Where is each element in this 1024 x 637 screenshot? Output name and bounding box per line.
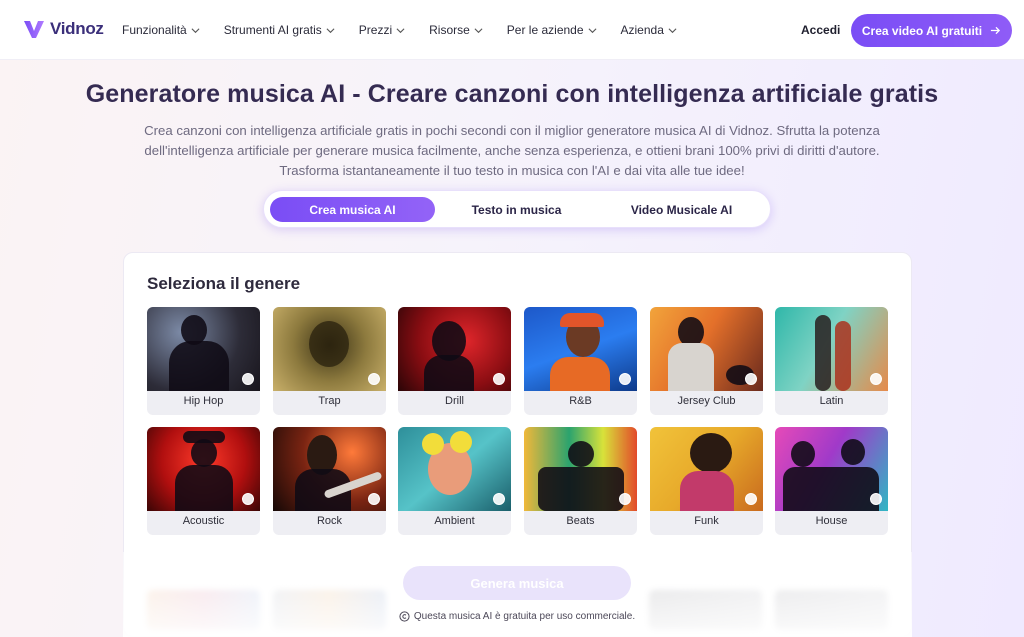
create-video-label: Crea video AI gratuiti (861, 23, 983, 38)
menu-item-funzionalita[interactable]: Funzionalità (122, 23, 200, 37)
genre-label: Latin (819, 395, 844, 407)
vidnoz-logo-icon (24, 21, 44, 38)
genre-tile-ambient[interactable]: Ambient (398, 427, 511, 535)
genre-label: Jersey Club (677, 395, 736, 407)
genre-label: Rock (316, 515, 343, 527)
commercial-use-notice: Questa musica AI è gratuita per uso comm… (0, 611, 1024, 622)
page-subtitle: Crea canzoni con intelligenza artificial… (144, 123, 880, 178)
chevron-down-icon (668, 27, 677, 33)
genre-label: Funk (694, 515, 719, 527)
genre-tile-latin[interactable]: Latin (775, 307, 888, 415)
chevron-down-icon (191, 27, 200, 33)
genre-label: Beats (566, 515, 595, 527)
genre-radio[interactable] (870, 493, 882, 505)
genre-label: Acoustic (182, 515, 225, 527)
chevron-down-icon (474, 27, 483, 33)
genre-label: Hip Hop (183, 395, 224, 407)
menu-item-azienda[interactable]: Azienda (621, 23, 677, 37)
genre-label: R&B (569, 395, 592, 407)
copyright-icon (399, 611, 410, 622)
genre-radio[interactable] (368, 493, 380, 505)
menu-item-risorse[interactable]: Risorse (429, 23, 483, 37)
genre-tile-jersey-club[interactable]: Jersey Club (650, 307, 763, 415)
menu-item-label: Funzionalità (122, 23, 187, 37)
menu-item-prezzi[interactable]: Prezzi (359, 23, 405, 37)
genre-tile-funk[interactable]: Funk (650, 427, 763, 535)
genre-radio[interactable] (368, 373, 380, 385)
genre-tile-trap[interactable]: Trap (273, 307, 386, 415)
genre-radio[interactable] (242, 493, 254, 505)
generate-music-button[interactable]: Genera musica (403, 566, 631, 600)
genre-radio[interactable] (745, 373, 757, 385)
genre-radio[interactable] (619, 493, 631, 505)
page-title: Generatore musica AI - Creare canzoni co… (85, 80, 939, 108)
genre-radio[interactable] (242, 373, 254, 385)
brand-name: Vidnoz (50, 19, 104, 38)
genre-radio[interactable] (870, 373, 882, 385)
vidnoz-logo[interactable]: Vidnoz (22, 17, 104, 41)
menu-item-label: Strumenti AI gratis (223, 23, 322, 37)
top-navigation: Vidnoz Funzionalità Strumenti AI gratis … (0, 0, 1024, 60)
genre-section-title: Seleziona il genere (147, 274, 301, 293)
login-link[interactable]: Accedi (801, 23, 840, 37)
genre-label: House (815, 515, 848, 527)
genre-tile-rnb[interactable]: R&B (524, 307, 637, 415)
genre-label: Drill (445, 395, 464, 407)
arrow-right-icon (991, 26, 1001, 35)
genre-tile-beats[interactable]: Beats (524, 427, 637, 535)
main-menu: Funzionalità Strumenti AI gratis Prezzi … (122, 0, 677, 60)
genre-radio[interactable] (619, 373, 631, 385)
tab-video-musicale[interactable]: Video Musicale AI (599, 197, 764, 222)
genre-tile-rock[interactable]: Rock (273, 427, 386, 535)
genre-radio[interactable] (493, 493, 505, 505)
genre-tile-acoustic[interactable]: Acoustic (147, 427, 260, 535)
genre-radio[interactable] (493, 373, 505, 385)
genre-tile-drill[interactable]: Drill (398, 307, 511, 415)
menu-item-label: Prezzi (358, 23, 393, 37)
menu-item-label: Azienda (620, 23, 664, 37)
genre-label: Ambient (434, 515, 475, 527)
menu-item-label: Per le aziende (506, 23, 584, 37)
menu-item-aziende[interactable]: Per le aziende (507, 23, 597, 37)
tab-crea-musica[interactable]: Crea musica AI (270, 197, 435, 222)
create-video-button[interactable]: Crea video AI gratuiti (851, 14, 1012, 47)
chevron-down-icon (396, 27, 405, 33)
genre-tile-house[interactable]: House (775, 427, 888, 535)
notice-text: Questa musica AI è gratuita per uso comm… (413, 611, 636, 622)
genre-tile-hip-hop[interactable]: Hip Hop (147, 307, 260, 415)
chevron-down-icon (326, 27, 335, 33)
genre-label: Trap (318, 395, 341, 407)
menu-item-label: Risorse (429, 23, 470, 37)
chevron-down-icon (588, 27, 596, 33)
tab-testo-in-musica[interactable]: Testo in musica (434, 197, 599, 222)
genre-radio[interactable] (745, 493, 757, 505)
mode-tabs: Crea musica AI Testo in musica Video Mus… (263, 190, 771, 228)
menu-item-strumenti[interactable]: Strumenti AI gratis (224, 23, 335, 37)
